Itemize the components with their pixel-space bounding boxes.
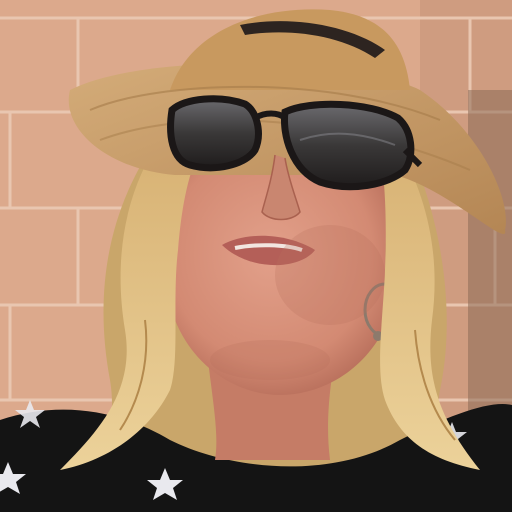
photo-frame (0, 0, 512, 512)
left-lens (167, 95, 262, 172)
portrait-photo (0, 0, 512, 512)
right-lens (280, 100, 415, 191)
